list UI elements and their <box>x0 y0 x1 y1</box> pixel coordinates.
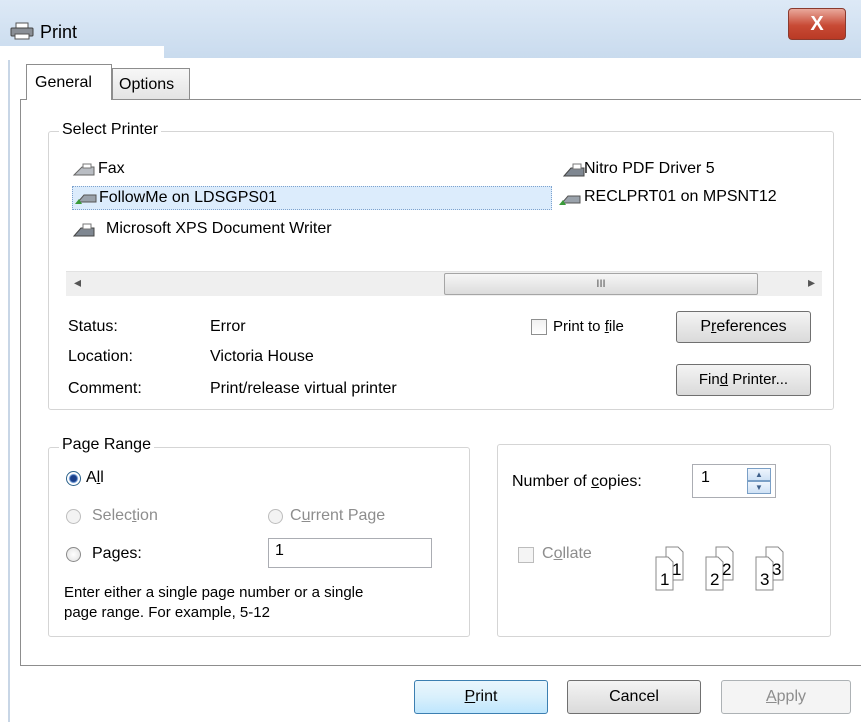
tab-general[interactable]: General <box>26 64 112 100</box>
copies-spinner-input[interactable]: 1 ▲ ▼ <box>692 464 776 498</box>
number-of-copies-label: Number of copies: <box>512 473 642 490</box>
spin-down-button[interactable]: ▼ <box>747 481 771 494</box>
radio-button[interactable] <box>66 471 81 486</box>
scrollbar-thumb[interactable]: III <box>444 273 758 295</box>
window-left-edge <box>8 60 10 722</box>
printer-list-scrollbar[interactable]: ◂ III ▸ <box>66 271 822 296</box>
print-to-file-label: Print to file <box>553 318 624 335</box>
collate-label: Collate <box>542 545 592 562</box>
printer-icon <box>72 223 95 237</box>
collate-illustration-icon: 1 1 2 2 3 3 <box>655 546 784 591</box>
scroll-right-icon[interactable]: ▸ <box>808 274 815 291</box>
radio-selection-label: Selection <box>92 507 158 524</box>
radio-pages-label: Pages: <box>92 545 142 562</box>
cancel-button[interactable]: Cancel <box>567 680 701 714</box>
network-printer-icon <box>559 195 581 205</box>
location-value: Victoria House <box>210 348 314 365</box>
printer-icon <box>562 163 585 177</box>
printer-name: Nitro PDF Driver 5 <box>584 160 715 177</box>
page-range-hint-line2: page range. For example, 5-12 <box>64 604 270 621</box>
select-printer-legend: Select Printer <box>59 121 162 139</box>
printer-name: Microsoft XPS Document Writer <box>106 220 332 237</box>
network-printer-icon <box>75 194 97 204</box>
printer-name: RECLPRT01 on MPSNT12 <box>584 188 777 205</box>
print-button[interactable]: Print <box>414 680 548 714</box>
collate-page-number: 3 <box>772 560 781 579</box>
collate-page-number: 1 <box>660 570 669 589</box>
collate-page-number: 1 <box>672 560 681 579</box>
collate-page-number: 2 <box>722 560 731 579</box>
status-value: Error <box>210 318 246 335</box>
page-range-hint-line1: Enter either a single page number or a s… <box>64 584 364 601</box>
radio-all-label: All <box>86 469 104 486</box>
location-label: Location: <box>68 348 133 365</box>
spin-up-button[interactable]: ▲ <box>747 468 771 481</box>
checkbox-box[interactable] <box>531 319 547 335</box>
page-range-legend: Page Range <box>59 436 154 454</box>
printer-name: FollowMe on LDSGPS01 <box>99 189 277 206</box>
radio-button[interactable] <box>66 547 81 562</box>
tab-options[interactable]: Options <box>112 68 190 100</box>
comment-value: Print/release virtual printer <box>210 380 397 397</box>
window-title: Print <box>40 22 78 42</box>
printer-item-followme[interactable]: FollowMe on LDSGPS01 <box>72 186 552 210</box>
find-printer-button[interactable]: Find Printer... <box>676 364 811 396</box>
fax-icon <box>72 163 95 176</box>
pages-input-value: 1 <box>275 542 284 559</box>
preferences-button[interactable]: Preferences <box>676 311 811 343</box>
printer-name: Fax <box>98 160 125 177</box>
collate-page-number: 2 <box>710 570 719 589</box>
radio-current-page-label: Current Page <box>290 507 386 524</box>
scroll-left-icon[interactable]: ◂ <box>74 274 81 291</box>
pages-input[interactable]: 1 <box>268 538 432 568</box>
radio-button[interactable] <box>268 509 283 524</box>
printer-icon <box>10 22 34 40</box>
checkbox-box[interactable] <box>518 547 534 563</box>
apply-button[interactable]: Apply <box>721 680 851 714</box>
close-button[interactable]: X <box>788 8 846 40</box>
radio-button[interactable] <box>66 509 81 524</box>
copies-spinner[interactable]: ▲ ▼ <box>747 468 771 494</box>
collate-page-number: 3 <box>760 570 769 589</box>
title-underlay <box>0 46 164 64</box>
comment-label: Comment: <box>68 380 142 397</box>
scroll-grip-icon: III <box>596 278 606 290</box>
copies-value: 1 <box>701 469 710 486</box>
status-label: Status: <box>68 318 118 335</box>
